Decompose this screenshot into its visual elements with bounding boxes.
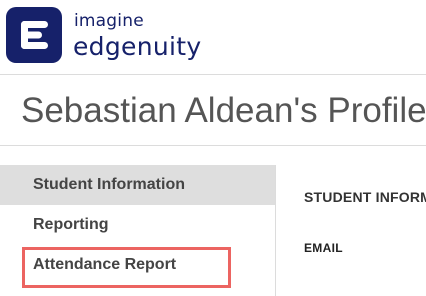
sidebar-item-attendance-report[interactable]: Attendance Report [0, 245, 275, 285]
profile-page: imagine edgenuity Sebastian Aldean's Pro… [0, 0, 426, 296]
brand-name-top: imagine [74, 11, 144, 31]
sidebar-item-reporting[interactable]: Reporting [0, 205, 275, 245]
title-divider [0, 145, 426, 146]
section-heading: STUDENT INFORMATION [304, 189, 426, 205]
brand-name-main: edgenuity [73, 32, 202, 61]
edgenuity-e-icon[interactable] [6, 7, 62, 63]
sidebar-item-student-information[interactable]: Student Information [0, 165, 275, 205]
profile-sidebar: Student Information Reporting Attendance… [0, 165, 276, 296]
email-label: EMAIL [304, 241, 343, 255]
page-title: Sebastian Aldean's Profile [21, 91, 426, 130]
site-header: imagine edgenuity [0, 0, 426, 75]
